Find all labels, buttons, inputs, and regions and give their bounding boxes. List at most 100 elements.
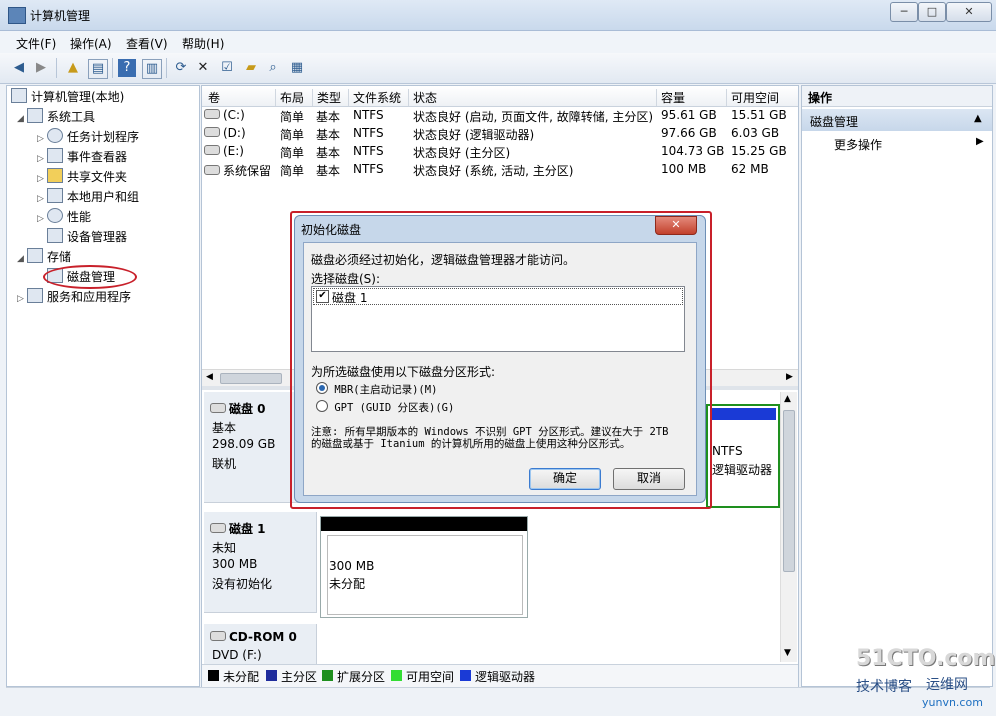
cdrom-icon bbox=[210, 631, 226, 641]
dialog-intro: 磁盘必须经过初始化，逻辑磁盘管理器才能访问。 bbox=[311, 253, 576, 267]
drive-icon bbox=[204, 127, 220, 137]
disk-checkbox[interactable]: ✔ bbox=[316, 290, 329, 303]
computer-management-icon bbox=[8, 7, 26, 24]
menu-file[interactable]: 文件(F) bbox=[16, 35, 56, 52]
search-icon[interactable]: ⌕ bbox=[264, 59, 282, 77]
collapsed-arrow-icon[interactable]: ▷ bbox=[37, 150, 47, 168]
open-folder-icon[interactable]: ▰ bbox=[242, 59, 260, 77]
table-row[interactable]: (D:) 简单 基本 NTFS 状态良好 (逻辑驱动器) 97.66 GB 6.… bbox=[202, 126, 798, 144]
table-row[interactable]: (C:) 简单 基本 NTFS 状态良好 (启动, 页面文件, 故障转储, 主分… bbox=[202, 108, 798, 126]
tree-root[interactable]: 计算机管理(本地) bbox=[11, 88, 124, 106]
actions-section-disk-management[interactable]: 磁盘管理 ▲ bbox=[802, 109, 992, 131]
select-disk-label: 选择磁盘(S): bbox=[311, 272, 381, 286]
scroll-down-icon[interactable]: ▼ bbox=[784, 648, 791, 658]
menu-help[interactable]: 帮助(H) bbox=[182, 35, 224, 52]
col-layout[interactable]: 布局 bbox=[275, 89, 304, 106]
tree-local-users[interactable]: ▷ 本地用户和组 bbox=[37, 188, 139, 206]
list-item[interactable]: ✔ 磁盘 1 bbox=[313, 288, 683, 305]
performance-icon bbox=[47, 208, 63, 223]
drive-icon bbox=[204, 109, 220, 119]
tree-system-tools[interactable]: ◢ 系统工具 bbox=[17, 108, 95, 126]
col-free-space[interactable]: 可用空间 bbox=[726, 89, 779, 106]
collapse-icon[interactable]: ▲ bbox=[974, 113, 982, 124]
collapsed-arrow-icon[interactable]: ▷ bbox=[37, 210, 47, 228]
legend-swatch bbox=[322, 670, 333, 681]
status-bar bbox=[6, 687, 990, 710]
expanded-arrow-icon[interactable]: ◢ bbox=[17, 110, 27, 128]
delete-icon[interactable]: ✕ bbox=[194, 59, 212, 77]
users-icon bbox=[47, 188, 63, 203]
scroll-up-icon[interactable]: ▲ bbox=[784, 394, 791, 404]
unallocated-bar bbox=[321, 517, 527, 531]
extended-partition[interactable]: NTFS 逻辑驱动器 bbox=[706, 404, 780, 508]
gpt-note: 注意: 所有早期版本的 Windows 不识别 GPT 分区形式。建议在大于 2… bbox=[311, 426, 669, 450]
toolbar: ◀ ▶ ▲ ▤ ? ▥ ⟳ ✕ ☑ ▰ ⌕ ▦ bbox=[0, 53, 996, 84]
window-title: 计算机管理 bbox=[30, 9, 91, 23]
event-viewer-icon bbox=[47, 148, 63, 163]
legend-swatch bbox=[208, 670, 219, 681]
watermark: 51CTO.com 技术博客 运维网 yunvn.com bbox=[856, 646, 996, 709]
collapsed-arrow-icon[interactable]: ▷ bbox=[37, 170, 47, 188]
table-row[interactable]: 系统保留 简单 基本 NTFS 状态良好 (系统, 活动, 主分区) 100 M… bbox=[202, 162, 798, 180]
forward-icon[interactable]: ▶ bbox=[32, 59, 50, 77]
tree-shared-folders[interactable]: ▷ 共享文件夹 bbox=[37, 168, 127, 186]
dialog-close-button[interactable]: ✕ bbox=[655, 216, 697, 235]
cancel-button[interactable]: 取消 bbox=[613, 468, 685, 490]
cdrom-label[interactable]: CD-ROM 0 DVD (F:) bbox=[204, 624, 317, 665]
properties-icon[interactable]: ☑ bbox=[218, 59, 236, 77]
collapsed-arrow-icon[interactable]: ▷ bbox=[37, 190, 47, 208]
storage-icon bbox=[27, 248, 43, 263]
mbr-radio[interactable] bbox=[316, 382, 328, 394]
menu-view[interactable]: 查看(V) bbox=[126, 35, 168, 52]
tree-event-viewer[interactable]: ▷ 事件查看器 bbox=[37, 148, 127, 166]
col-capacity[interactable]: 容量 bbox=[656, 89, 685, 106]
scroll-thumb[interactable] bbox=[783, 410, 795, 572]
hard-disk-icon bbox=[210, 403, 226, 413]
collapsed-arrow-icon[interactable]: ▷ bbox=[17, 290, 27, 308]
tree-services-apps[interactable]: ▷ 服务和应用程序 bbox=[17, 288, 131, 306]
help-icon[interactable]: ? bbox=[118, 59, 136, 77]
scroll-right-icon[interactable]: ▶ bbox=[786, 372, 793, 382]
refresh-icon[interactable]: ⟳ bbox=[172, 59, 190, 77]
title-bar: 计算机管理 ─ □ ✕ bbox=[0, 0, 996, 31]
collapsed-arrow-icon[interactable]: ▷ bbox=[37, 130, 47, 148]
menu-action[interactable]: 操作(A) bbox=[70, 35, 112, 52]
expanded-arrow-icon[interactable]: ◢ bbox=[17, 250, 27, 268]
tree-device-manager[interactable]: 设备管理器 bbox=[47, 228, 127, 246]
show-hide-tree-icon[interactable]: ▤ bbox=[88, 59, 108, 79]
scroll-thumb[interactable] bbox=[220, 373, 282, 384]
up-folder-icon[interactable]: ▲ bbox=[64, 59, 82, 77]
col-status[interactable]: 状态 bbox=[408, 89, 437, 106]
submenu-arrow-icon: ▶ bbox=[976, 136, 984, 147]
maximize-button[interactable]: □ bbox=[918, 2, 946, 22]
gpt-radio[interactable] bbox=[316, 400, 328, 412]
show-action-pane-icon[interactable]: ▥ bbox=[142, 59, 162, 79]
settings-icon[interactable]: ▦ bbox=[288, 59, 306, 77]
table-row[interactable]: (E:) 简单 基本 NTFS 状态良好 (主分区) 104.73 GB 15.… bbox=[202, 144, 798, 162]
disk1-label[interactable]: 磁盘 1 未知 300 MB 没有初始化 bbox=[204, 512, 317, 613]
tree-task-scheduler[interactable]: ▷ 任务计划程序 bbox=[37, 128, 139, 146]
gpt-option[interactable]: GPT (GUID 分区表)(G) bbox=[316, 400, 454, 415]
menu-bar: 文件(F) 操作(A) 查看(V) 帮助(H) bbox=[0, 31, 996, 53]
vertical-scrollbar[interactable]: ▲ ▼ bbox=[780, 392, 797, 662]
tree-storage[interactable]: ◢ 存储 bbox=[17, 248, 71, 266]
clock-icon bbox=[47, 128, 63, 143]
minimize-button[interactable]: ─ bbox=[890, 2, 918, 22]
legend-swatch bbox=[391, 670, 402, 681]
disk-list: ✔ 磁盘 1 bbox=[311, 286, 685, 352]
unallocated-partition[interactable]: 300 MB 未分配 bbox=[320, 516, 528, 618]
mbr-option[interactable]: MBR(主启动记录)(M) bbox=[316, 382, 437, 397]
col-filesystem[interactable]: 文件系统 bbox=[348, 89, 401, 106]
more-actions[interactable]: 更多操作 ▶ bbox=[802, 134, 992, 154]
shared-folder-icon bbox=[47, 168, 63, 183]
close-button[interactable]: ✕ bbox=[946, 2, 992, 22]
computer-icon bbox=[11, 88, 27, 103]
back-icon[interactable]: ◀ bbox=[10, 59, 28, 77]
scroll-left-icon[interactable]: ◀ bbox=[206, 372, 213, 382]
ok-button[interactable]: 确定 bbox=[529, 468, 601, 490]
tree-performance[interactable]: ▷ 性能 bbox=[37, 208, 91, 226]
col-type[interactable]: 类型 bbox=[312, 89, 341, 106]
legend-swatch bbox=[266, 670, 277, 681]
logical-drive-bar bbox=[710, 408, 776, 420]
col-volume[interactable]: 卷 bbox=[204, 89, 220, 106]
